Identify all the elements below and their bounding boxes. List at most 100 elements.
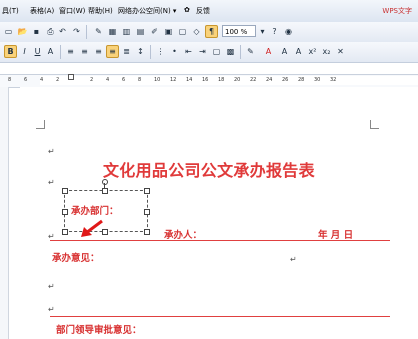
ruler-tick: 22	[250, 77, 257, 83]
app-brand: WPS文字	[382, 7, 412, 15]
superscript-icon[interactable]: x²	[306, 45, 319, 58]
ruler-tick: 28	[298, 77, 305, 83]
subscript-icon[interactable]: x₂	[320, 45, 333, 58]
justify-icon[interactable]: ≡	[106, 45, 119, 58]
ruler-tick: 18	[218, 77, 225, 83]
numbering-icon[interactable]: ⋮	[154, 45, 167, 58]
ruler-tick: 12	[170, 77, 177, 83]
help-icon[interactable]: ?	[268, 25, 281, 38]
indent-marker[interactable]	[68, 74, 74, 80]
ruler-tick: 26	[282, 77, 289, 83]
paragraph-mark: ↵	[48, 147, 55, 156]
menu-network-office[interactable]: 网络办公空间(N) ▾	[118, 6, 176, 16]
chart-icon[interactable]: ▤	[134, 25, 147, 38]
ruler-tick: 2	[56, 77, 60, 83]
ruler-tick: 8	[8, 77, 12, 83]
strikethrough-button[interactable]: A	[44, 45, 57, 58]
columns-icon[interactable]: ▥	[120, 25, 133, 38]
paragraph-mark: ↵	[290, 255, 297, 264]
margin-corner-mark	[36, 120, 45, 129]
ruler-tick: 6	[24, 77, 28, 83]
separator	[60, 45, 61, 59]
ruler-tick: 2	[90, 77, 94, 83]
dept-label[interactable]: 承办部门：	[71, 203, 119, 217]
separator	[150, 45, 151, 59]
resize-handle[interactable]	[62, 229, 68, 235]
table-icon[interactable]: ▦	[106, 25, 119, 38]
ruler-tick: 8	[138, 77, 142, 83]
bold-button[interactable]: B	[4, 45, 17, 58]
ruler-tick: 24	[266, 77, 273, 83]
paragraph-mark: ↵	[48, 282, 55, 291]
ruler-tick: 32	[330, 77, 337, 83]
menu-help[interactable]: 帮助(H)	[88, 6, 113, 16]
redo-icon[interactable]: ↷	[70, 25, 83, 38]
ruler-tick: 4	[106, 77, 110, 83]
resize-handle[interactable]	[144, 209, 150, 215]
leader-opinion-label[interactable]: 部门领导审批意见：	[56, 322, 142, 336]
align-right-icon[interactable]: ≡	[92, 45, 105, 58]
horizontal-ruler[interactable]: 8 6 4 2 2 4 6 8 10 12 14 16 18 20 22 24 …	[0, 74, 418, 88]
format-painter-icon[interactable]: ✎	[92, 25, 105, 38]
distribute-icon[interactable]: ≣	[120, 45, 133, 58]
new-doc-icon[interactable]: ▭	[2, 25, 15, 38]
menu-table[interactable]: 表格(A)	[30, 6, 54, 16]
ruler-tick: 16	[202, 77, 209, 83]
resize-handle[interactable]	[62, 188, 68, 194]
standard-toolbar: ▭ 📂 ▪ ⎙ ↶ ↷ ✎ ▦ ▥ ▤ ✐ ▣ ▢ ◇ ¶ 100 % ▾ ? …	[0, 22, 418, 43]
undo-icon[interactable]: ↶	[56, 25, 69, 38]
shape-icon[interactable]: ◇	[190, 25, 203, 38]
phonetic-icon[interactable]: ✕	[334, 45, 347, 58]
menu-feedback[interactable]: 反馈	[196, 6, 210, 16]
separator	[240, 45, 241, 59]
document-title[interactable]: 文化用品公司公文承办报告表	[103, 157, 315, 181]
align-left-icon[interactable]: ≡	[64, 45, 77, 58]
resize-handle[interactable]	[62, 209, 68, 215]
margin-corner-mark	[370, 120, 379, 129]
handler-label[interactable]: 承办人：	[164, 227, 202, 241]
date-label[interactable]: 年 月 日	[318, 227, 353, 241]
underline-button[interactable]: U	[31, 45, 44, 58]
separator	[86, 25, 87, 39]
line-spacing-icon[interactable]: ↕	[134, 45, 147, 58]
menu-window[interactable]: 窗口(W)	[59, 6, 85, 16]
paragraph-mark: ↵	[48, 305, 55, 314]
opinion-label[interactable]: 承办意见：	[52, 250, 100, 264]
textbox-icon[interactable]: ▢	[176, 25, 189, 38]
open-icon[interactable]: 📂	[16, 25, 29, 38]
align-center-icon[interactable]: ≡	[78, 45, 91, 58]
globe-icon[interactable]: ◉	[282, 25, 295, 38]
highlight-icon[interactable]: ✎	[244, 45, 257, 58]
resize-handle[interactable]	[144, 229, 150, 235]
font-color-icon[interactable]: A	[262, 45, 275, 58]
menu-tools[interactable]: 具(T)	[2, 6, 19, 16]
feedback-icon[interactable]: ✿	[184, 6, 190, 14]
save-icon[interactable]: ▪	[30, 25, 43, 38]
divider-line	[50, 316, 390, 317]
ruler-tick: 30	[314, 77, 321, 83]
char-border-icon[interactable]: A	[278, 45, 291, 58]
image-icon[interactable]: ▣	[162, 25, 175, 38]
italic-button[interactable]: I	[18, 45, 31, 58]
show-marks-icon[interactable]: ¶	[205, 25, 218, 38]
ruler-tick: 10	[154, 77, 161, 83]
shading-icon[interactable]: ▩	[224, 45, 237, 58]
ruler-tick: 6	[122, 77, 126, 83]
ruler-tick: 20	[234, 77, 241, 83]
vertical-ruler[interactable]	[0, 87, 9, 339]
paragraph-mark: ↵	[48, 178, 55, 187]
selected-textbox[interactable]: 承办部门：	[64, 190, 148, 232]
border-icon[interactable]: ▢	[210, 45, 223, 58]
increase-indent-icon[interactable]: ⇥	[196, 45, 209, 58]
ruler-tick: 4	[40, 77, 44, 83]
decrease-indent-icon[interactable]: ⇤	[182, 45, 195, 58]
char-shading-icon[interactable]: A	[292, 45, 305, 58]
drawing-icon[interactable]: ✐	[148, 25, 161, 38]
resize-handle[interactable]	[144, 188, 150, 194]
red-arrow-icon	[81, 219, 103, 237]
bullets-icon[interactable]: •	[168, 45, 181, 58]
rotate-handle[interactable]	[102, 179, 108, 185]
resize-handle[interactable]	[102, 188, 108, 194]
menu-bar: 具(T) 表格(A) 窗口(W) 帮助(H) 网络办公空间(N) ▾ ✿ 反馈 …	[0, 0, 418, 23]
zoom-select[interactable]: 100 %	[222, 25, 256, 37]
